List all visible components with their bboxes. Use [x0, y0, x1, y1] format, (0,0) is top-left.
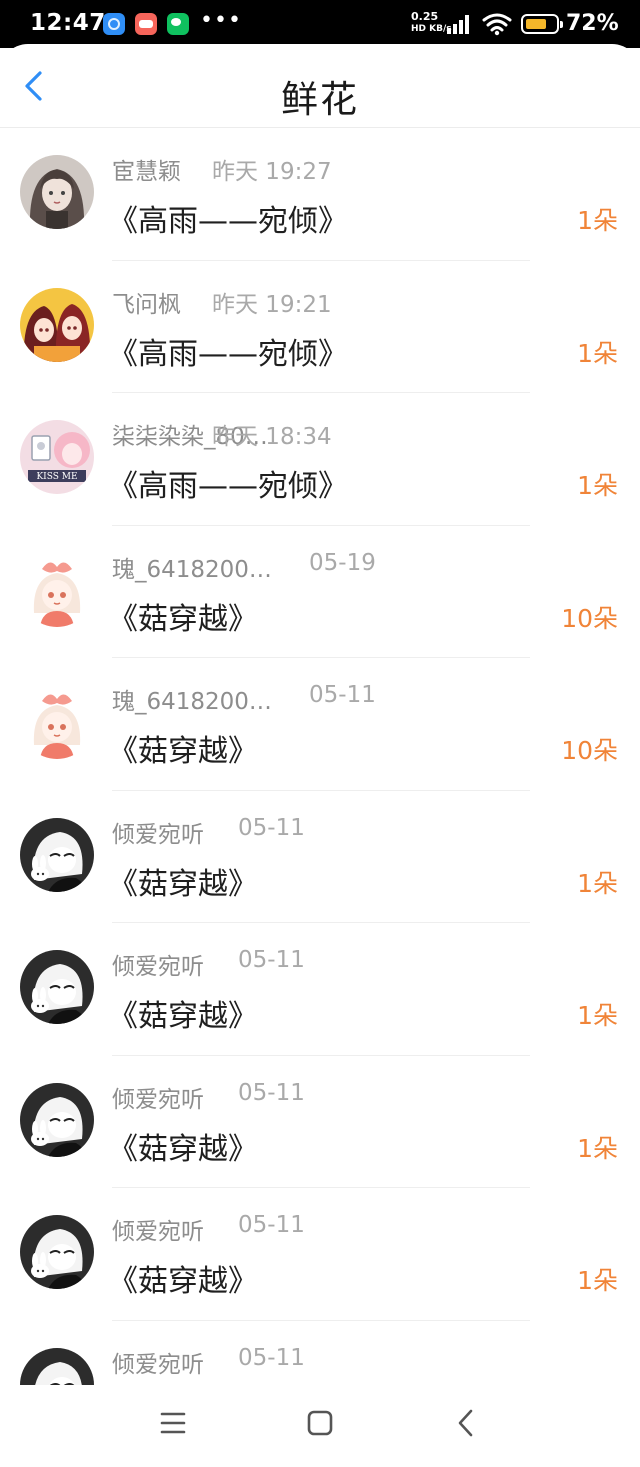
work-title: 《菇穿越》 — [108, 1264, 258, 1299]
list-item[interactable]: 倾爱宛听 05-11 《菇穿越》 1朵 — [0, 791, 640, 923]
sender-name[interactable]: 飞问枫 — [112, 285, 181, 319]
wechat-app-icon — [167, 13, 189, 35]
home-icon[interactable] — [300, 1403, 340, 1443]
sender-name[interactable]: 倾爱宛听 — [112, 947, 204, 981]
flower-record-list[interactable]: 宦慧颖 昨天 19:27 《高雨——宛倾》 1朵 飞问枫 昨天 19:21 《高雨——宛倾》… — [0, 128, 640, 1385]
work-title: 《菇穿越》 — [108, 601, 258, 637]
signal-icon — [447, 14, 473, 34]
flower-count: 1朵 — [577, 206, 618, 235]
work-title: 《菇穿越》 — [108, 866, 258, 902]
list-item[interactable]: 飞问枫 昨天 19:21 《高雨——宛倾》 1朵 — [0, 261, 640, 393]
work-title: 《高雨——宛倾》 — [108, 469, 348, 504]
avatar[interactable] — [20, 1347, 94, 1385]
avatar[interactable] — [20, 287, 94, 362]
sender-name[interactable]: 瑰_6418200… — [112, 550, 272, 584]
menu-icon[interactable] — [153, 1403, 193, 1443]
more-notifications-icon: ••• — [200, 8, 242, 33]
sender-name[interactable]: 倾爱宛听 — [112, 815, 204, 849]
flower-count: 1朵 — [577, 1001, 618, 1030]
game-app-icon — [135, 13, 157, 35]
send-time: 05-11 — [238, 1212, 305, 1238]
back-triangle-icon[interactable] — [446, 1403, 486, 1443]
avatar[interactable] — [20, 817, 94, 892]
page-title: 鲜花 — [281, 78, 359, 121]
battery-level — [526, 19, 546, 29]
avatar[interactable] — [20, 1215, 94, 1289]
work-title: 《高雨——宛倾》 — [108, 204, 348, 239]
send-time: 05-19 — [309, 549, 376, 576]
list-item[interactable]: 倾爱宛听 05-11 《菇穿越》 1朵 — [0, 1188, 640, 1321]
battery-icon — [521, 14, 563, 34]
status-bar: 12:47 ••• 0.25 HD KB/s 72% — [0, 0, 640, 48]
system-navigation-bar — [0, 1385, 640, 1467]
work-title: 《菇穿越》 — [108, 734, 258, 769]
list-item[interactable]: 瑰_6418200… 05-11 《菇穿越》 10朵 — [0, 658, 640, 791]
wifi-icon — [482, 13, 512, 36]
sender-name[interactable]: 倾爱宛听 — [112, 1080, 204, 1114]
send-time: 05-11 — [238, 814, 305, 841]
send-time: 05-11 — [238, 1079, 305, 1106]
sender-name[interactable]: 倾爱宛听 — [112, 1345, 204, 1379]
avatar[interactable] — [20, 155, 94, 229]
list-item[interactable]: KISS ME 柒柒染染_80… 昨天 18:34 《高雨——宛倾》 1朵 — [0, 393, 640, 526]
send-time: 昨天 19:27 — [212, 159, 332, 185]
list-item[interactable]: 宦慧颖 昨天 19:27 《高雨——宛倾》 1朵 — [0, 128, 640, 261]
work-title: 《高雨——宛倾》 — [108, 336, 348, 372]
avatar[interactable] — [20, 950, 94, 1024]
list-item[interactable]: 倾爱宛听 05-11 《菇穿越》 1朵 — [0, 1056, 640, 1188]
list-item[interactable]: 倾爱宛听 05-11 — [0, 1321, 640, 1385]
page-header: 鲜花 — [0, 44, 640, 128]
flower-count: 1朵 — [577, 1266, 618, 1295]
work-title: 《菇穿越》 — [108, 999, 258, 1034]
sender-name[interactable]: 宦慧颖 — [112, 152, 181, 186]
sender-name[interactable]: 倾爱宛听 — [112, 1212, 204, 1246]
send-time: 05-11 — [309, 682, 376, 708]
flower-count: 10朵 — [561, 736, 618, 765]
send-time: 昨天 19:21 — [212, 291, 332, 318]
status-time: 12:47 — [30, 10, 106, 36]
send-time: 昨天 18:34 — [212, 424, 332, 450]
sender-name[interactable]: 瑰_6418200… — [112, 682, 272, 716]
list-item[interactable]: 倾爱宛听 05-11 《菇穿越》 1朵 — [0, 923, 640, 1056]
avatar[interactable]: KISS ME — [20, 420, 94, 494]
battery-percent: 72% — [566, 11, 619, 36]
avatar[interactable] — [20, 1082, 94, 1157]
browser-app-icon — [103, 13, 125, 35]
send-time: 05-11 — [238, 1344, 305, 1371]
flower-count: 1朵 — [577, 868, 618, 898]
flower-count: 1朵 — [577, 338, 618, 368]
svg-text:KISS ME: KISS ME — [36, 472, 77, 482]
flower-count: 1朵 — [577, 471, 618, 500]
list-item[interactable]: 瑰_6418200… 05-19 《菇穿越》 10朵 — [0, 526, 640, 658]
flower-count: 10朵 — [561, 603, 618, 633]
avatar[interactable] — [20, 552, 94, 627]
avatar[interactable] — [20, 685, 94, 759]
flower-count: 1朵 — [577, 1133, 618, 1163]
work-title: 《菇穿越》 — [108, 1131, 258, 1167]
send-time: 05-11 — [238, 947, 305, 973]
